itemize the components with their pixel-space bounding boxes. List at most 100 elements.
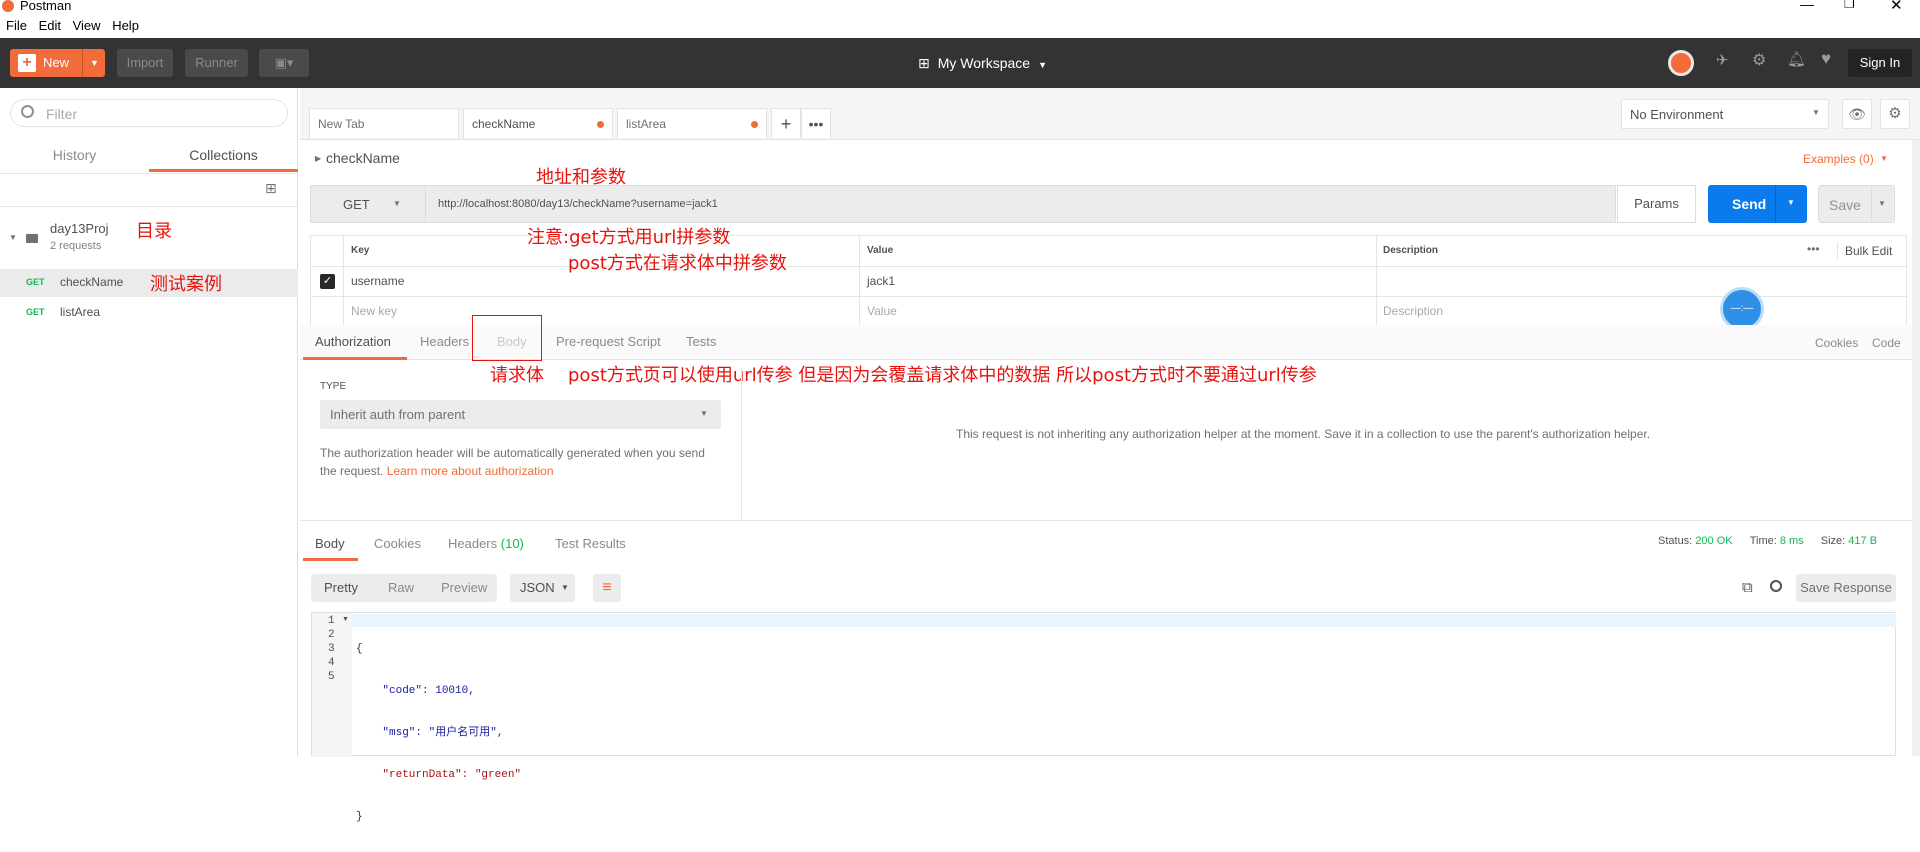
caret-down-icon[interactable]: ▼ [9,233,17,242]
annotation-body: 请求体 [490,365,544,386]
format-value: JSON [520,580,555,595]
chevron-down-icon[interactable]: ▼ [1878,199,1886,208]
view-raw-button[interactable]: Raw [388,580,414,595]
line-number: 3 [328,643,335,655]
method-select[interactable]: GET ▼ [310,185,426,223]
line-number: 5 [328,671,335,683]
environment-quicklook-button[interactable]: 👁︎ [1842,99,1872,129]
new-tab-button[interactable]: + [771,108,801,138]
request-title[interactable]: checkName [326,150,400,166]
status-value[interactable]: 200 OK [1695,535,1732,547]
tab-authorization[interactable]: Authorization [315,325,391,359]
environment-settings-button[interactable]: ⚙ [1880,99,1910,129]
bell-icon[interactable]: 🔔︎ [1787,50,1806,68]
time-label: Time: [1749,535,1777,547]
headers-tab-label: Headers [448,536,498,551]
menu-view[interactable]: View [73,18,101,33]
heart-icon[interactable]: ♥ [1821,49,1831,69]
learn-more-link[interactable]: Learn more about authorization [387,464,554,478]
param-value[interactable]: jack1 [867,266,895,296]
param-checkbox[interactable]: ✓ [320,274,335,289]
close-icon[interactable]: ✕ [1890,0,1903,14]
response-tab-headers[interactable]: Headers (10) [448,527,524,561]
tab-new-tab[interactable]: New Tab [309,108,459,138]
more-tabs-button[interactable]: ••• [801,108,831,138]
plus-icon: + [18,54,36,72]
collection-name[interactable]: day13Proj [50,221,109,236]
satellite-icon[interactable]: ✈ [1716,51,1729,69]
tab-pre-request-script[interactable]: Pre-request Script [556,325,661,359]
url-input[interactable]: http://localhost:8080/day13/checkName?us… [426,185,1616,223]
sync-icon[interactable] [1668,50,1694,76]
import-button[interactable]: Import [117,49,173,77]
code-link[interactable]: Code [1872,326,1901,360]
view-preview-button[interactable]: Preview [441,580,487,595]
top-toolbar: + New ▼ Import Runner ▣▾ ⊞ My Workspace ▼ … [0,38,1920,88]
tab-label: checkName [472,117,536,131]
send-divider [1775,185,1776,223]
size-value[interactable]: 417 B [1848,535,1877,547]
auth-info-text: This request is not inheriting any autho… [956,427,1651,441]
param-key[interactable]: username [351,266,404,296]
new-window-button[interactable]: ▣▾ [259,49,309,77]
menu-edit[interactable]: Edit [39,18,61,33]
params-button[interactable]: Params [1617,185,1696,223]
tab-headers[interactable]: Headers [420,325,469,359]
fold-icon[interactable]: ▼ [342,616,349,623]
send-button[interactable]: Send ▼ [1708,185,1807,223]
tab-checkname[interactable]: checkName [463,108,613,138]
new-description-input[interactable]: Description [1383,296,1443,326]
size-label: Size: [1820,535,1846,547]
response-tab-cookies[interactable]: Cookies [374,527,421,561]
tab-collections[interactable]: Collections [149,138,298,172]
response-tab-body[interactable]: Body [315,527,345,561]
chevron-down-icon[interactable]: ▼ [1880,154,1888,163]
minimize-icon[interactable]: — [1800,0,1814,12]
wrap-lines-button[interactable]: ≡ [593,574,621,602]
response-body-editor[interactable]: 1 2 3 4 5 ▼ { "code": 10010, "msg": "用户名… [311,612,1896,823]
unsaved-dot-icon [597,121,604,128]
tab-tests[interactable]: Tests [686,325,716,359]
runner-button[interactable]: Runner [185,49,248,77]
sidebar-divider [0,173,298,174]
sidebar-item-listarea[interactable]: GET listArea [0,299,298,327]
sidebar-item-checkname[interactable]: GET checkName [0,269,298,297]
line-number: 1 [328,615,335,627]
search-icon[interactable] [1770,580,1782,592]
auth-help-text: The authorization header will be automat… [320,444,720,480]
restore-icon[interactable]: ❐ [1844,0,1855,11]
new-key-input[interactable]: New key [351,296,397,326]
settings-icon[interactable]: ⚙ [1752,50,1766,70]
copy-icon[interactable]: ⧉ [1742,579,1753,596]
tab-history[interactable]: History [0,138,149,172]
save-divider [1871,186,1872,222]
column-value: Value [867,245,894,256]
chevron-down-icon: ▼ [1038,60,1047,70]
new-value-input[interactable]: Value [867,296,897,326]
cookies-link[interactable]: Cookies [1815,326,1858,360]
auth-type-select[interactable]: Inherit auth from parent ▼ [320,400,721,429]
tab-listarea[interactable]: listArea [617,108,767,138]
new-button[interactable]: + New ▼ [10,49,105,77]
save-button[interactable]: Save ▼ [1818,185,1895,223]
filter-box[interactable]: Filter [10,99,288,127]
menu-file[interactable]: File [6,18,27,33]
response-tab-test-results[interactable]: Test Results [555,527,626,561]
new-collection-icon[interactable]: ⊞ [265,180,277,197]
more-options-icon[interactable]: ••• [1807,234,1820,264]
chevron-down-icon[interactable]: ▼ [1787,198,1795,207]
save-response-button[interactable]: Save Response [1796,574,1896,602]
auth-type-value: Inherit auth from parent [330,407,466,422]
caret-right-icon[interactable]: ▶ [315,154,321,163]
bulk-edit-link[interactable]: Bulk Edit [1845,236,1892,266]
environment-select[interactable]: No Environment ▼ [1621,99,1829,129]
format-select[interactable]: JSON ▼ [510,574,575,602]
main-scrollbar[interactable] [1912,140,1920,756]
signin-button[interactable]: Sign In [1848,49,1912,77]
examples-link[interactable]: Examples (0) [1803,152,1874,166]
menu-help[interactable]: Help [112,18,139,33]
time-value[interactable]: 8 ms [1780,535,1804,547]
view-pretty-button[interactable]: Pretty [324,580,358,595]
workspace-selector[interactable]: ⊞ My Workspace ▼ [918,38,1047,88]
chevron-down-icon[interactable]: ▼ [90,49,99,77]
